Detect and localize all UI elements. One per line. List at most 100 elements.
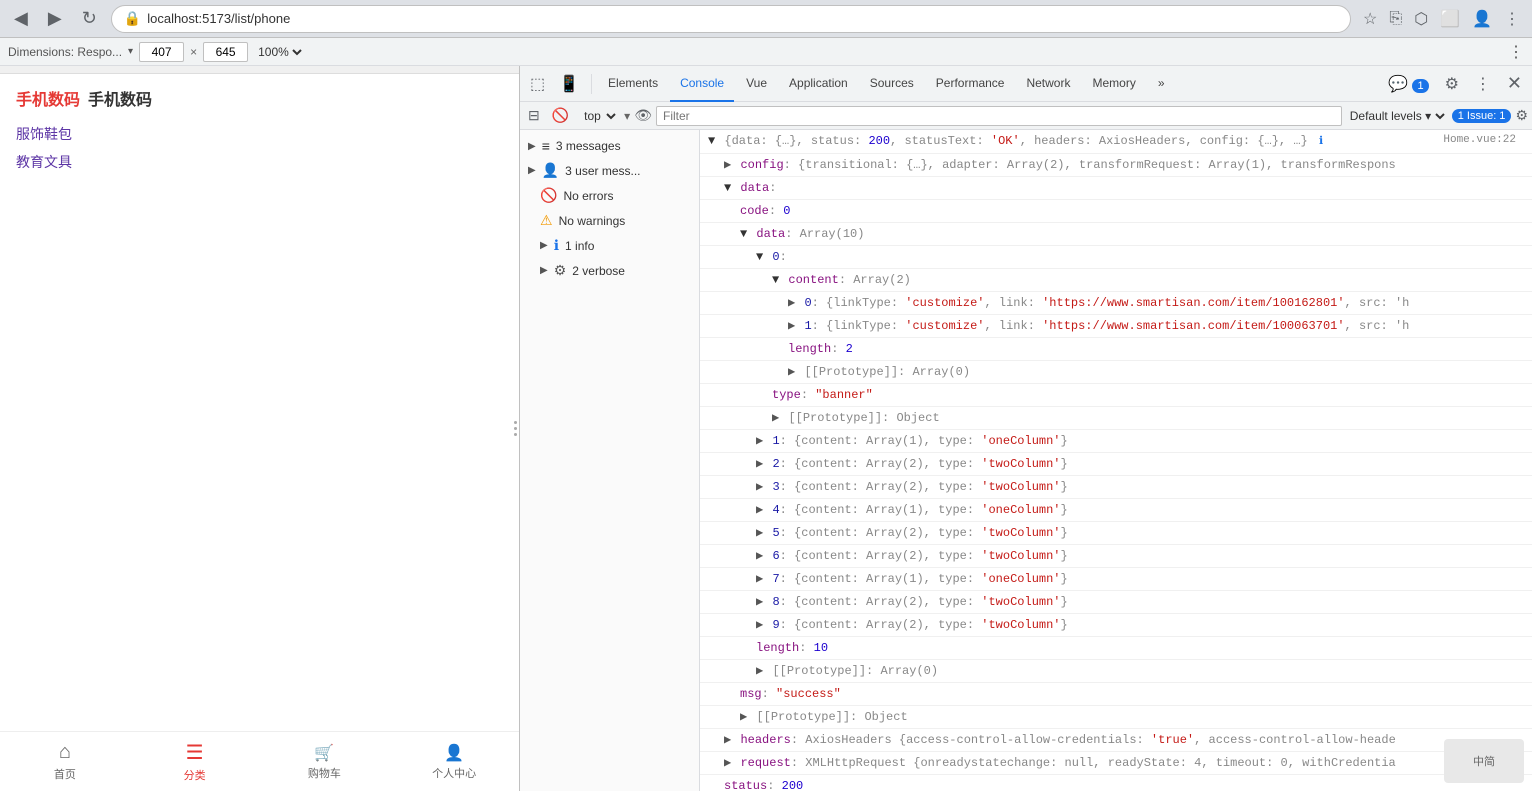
expand-arrow[interactable]: ▶: [756, 664, 763, 678]
devtools-more-button[interactable]: ⋮: [1469, 70, 1497, 98]
forward-button[interactable]: ▶: [42, 4, 68, 33]
expand-arrow[interactable]: ▼: [740, 227, 747, 241]
home-icon: ⌂: [59, 741, 71, 764]
expand-arrow[interactable]: ▼: [772, 273, 779, 287]
nav-item-home[interactable]: ⌂ 首页: [0, 741, 130, 782]
main-area: 手机数码 手机数码 服饰鞋包 教育文具 ⌂ 首页 ☰ 分类 🛒 购物车 👤: [0, 66, 1532, 791]
expand-arrow[interactable]: ▼: [756, 250, 763, 264]
expand-arrow[interactable]: ▶: [724, 756, 731, 770]
toolbar-more-button[interactable]: ⋮: [1508, 42, 1524, 62]
levels-select[interactable]: Default levels ▾: [1346, 108, 1448, 124]
ext1-button[interactable]: ⬡: [1410, 5, 1432, 33]
filter-input[interactable]: [656, 106, 1342, 126]
info-badge: ℹ: [1319, 136, 1323, 148]
list-item[interactable]: 服饰鞋包: [16, 122, 503, 146]
expand-arrow[interactable]: ▶: [724, 733, 731, 747]
context-select[interactable]: top: [577, 106, 620, 126]
tab-console[interactable]: Console: [670, 66, 734, 102]
nav-label-cart: 购物车: [308, 765, 341, 781]
expand-arrow[interactable]: ▶: [724, 158, 731, 172]
console-line: ▶ request: XMLHttpRequest {onreadystatec…: [700, 752, 1532, 775]
width-input[interactable]: [139, 42, 184, 62]
tab-memory[interactable]: Memory: [1082, 66, 1145, 102]
tab-sources[interactable]: Sources: [860, 66, 924, 102]
avatar-button[interactable]: 👤: [1468, 5, 1496, 33]
expand-arrow[interactable]: ▶: [756, 526, 763, 540]
group-all-messages[interactable]: ▶ ≡ 3 messages: [520, 134, 699, 158]
console-settings-button[interactable]: ⚙: [1515, 107, 1528, 124]
nav-item-profile[interactable]: 👤 个人中心: [389, 743, 519, 781]
console-line: ▶ [[Prototype]]: Object: [700, 706, 1532, 729]
console-line: ▶ 8: {content: Array(2), type: 'twoColum…: [700, 591, 1532, 614]
expand-arrow[interactable]: ▶: [756, 434, 763, 448]
cast-button[interactable]: ⎘: [1385, 5, 1406, 33]
expand-arrow[interactable]: ▶: [756, 457, 763, 471]
back-button[interactable]: ◀: [8, 4, 34, 33]
console-dock-button[interactable]: ⊟: [524, 105, 544, 126]
tab-vue[interactable]: Vue: [736, 66, 777, 102]
nav-item-category[interactable]: ☰ 分类: [130, 740, 260, 783]
expand-arrow[interactable]: ▶: [788, 296, 795, 310]
source-link[interactable]: Home.vue:22: [1443, 130, 1516, 150]
nav-label-profile: 个人中心: [432, 765, 476, 781]
console-line: ▶ 5: {content: Array(2), type: 'twoColum…: [700, 522, 1532, 545]
nav-item-cart[interactable]: 🛒 购物车: [260, 743, 390, 781]
reload-button[interactable]: ↻: [76, 4, 103, 33]
resize-handle[interactable]: [511, 409, 519, 449]
group-info[interactable]: ▶ ℹ 1 info: [520, 233, 699, 258]
group-no-warnings[interactable]: ⚠ No warnings: [520, 208, 699, 233]
expand-arrow[interactable]: ▶: [740, 710, 747, 724]
height-input[interactable]: [203, 42, 248, 62]
group-no-errors[interactable]: 🚫 No errors: [520, 183, 699, 208]
console-line: ▶ headers: AxiosHeaders {access-control-…: [700, 729, 1532, 752]
expand-arrow[interactable]: ▶: [756, 572, 763, 586]
bottom-nav: ⌂ 首页 ☰ 分类 🛒 购物车 👤 个人中心: [0, 731, 519, 791]
dim-dropdown-icon[interactable]: ▾: [128, 46, 133, 57]
console-line: ▼ {data: {…}, status: 200, statusText: '…: [700, 130, 1532, 154]
device-toggle-button[interactable]: 📱: [553, 70, 585, 98]
expand-arrow[interactable]: ▶: [756, 595, 763, 609]
group-arrow-user: ▶: [528, 165, 536, 176]
expand-arrow[interactable]: ▶: [756, 480, 763, 494]
inspect-element-button[interactable]: ⬚: [524, 70, 551, 98]
expand-arrow[interactable]: ▶: [756, 618, 763, 632]
console-block-button[interactable]: 🚫: [548, 105, 573, 126]
tab-performance[interactable]: Performance: [926, 66, 1015, 102]
info-icon: ℹ: [554, 237, 559, 254]
group-verbose[interactable]: ▶ ⚙ 2 verbose: [520, 258, 699, 283]
expand-arrow[interactable]: ▼: [724, 181, 731, 195]
list-item[interactable]: 教育文具: [16, 150, 503, 174]
expand-arrow[interactable]: ▶: [756, 503, 763, 517]
console-right-panel[interactable]: Home.vue:22 ▼ {data: {…}, status: 200, s…: [700, 130, 1532, 791]
star-button[interactable]: ☆: [1359, 5, 1381, 33]
devtools-toolbar: ⬚ 📱 Elements Console Vue Application Sou…: [520, 66, 1532, 102]
category-icon: ☰: [186, 740, 204, 765]
ext2-button[interactable]: ⬜: [1436, 5, 1464, 33]
expand-arrow[interactable]: ▶: [788, 319, 795, 333]
tab-application[interactable]: Application: [779, 66, 858, 102]
more-tabs-button[interactable]: »: [1148, 66, 1175, 102]
eye-button[interactable]: 👁: [634, 107, 652, 124]
zoom-select[interactable]: 100%: [254, 44, 305, 60]
expand-arrow[interactable]: ▶: [756, 549, 763, 563]
group-user-messages[interactable]: ▶ 👤 3 user mess...: [520, 158, 699, 183]
console-line: ▶ 4: {content: Array(1), type: 'oneColum…: [700, 499, 1532, 522]
settings-button[interactable]: ⚙: [1439, 70, 1465, 98]
expand-arrow[interactable]: ▶: [788, 365, 795, 379]
line-text: {data: {…}, status:: [724, 134, 868, 148]
console-line: ▼ data:: [700, 177, 1532, 200]
browser-more-button[interactable]: ⋮: [1500, 5, 1524, 33]
address-bar[interactable]: 🔒 localhost:5173/list/phone: [111, 5, 1351, 33]
devtools-close-button[interactable]: ✕: [1501, 71, 1528, 96]
console-line: ▶ 3: {content: Array(2), type: 'twoColum…: [700, 476, 1532, 499]
expand-arrow[interactable]: ▼: [708, 134, 715, 148]
console-split: ▶ ≡ 3 messages ▶ 👤 3 user mess... 🚫 No e…: [520, 130, 1532, 791]
tab-network[interactable]: Network: [1016, 66, 1080, 102]
expand-arrow[interactable]: ▶: [772, 411, 779, 425]
tab-elements[interactable]: Elements: [598, 66, 668, 102]
console-message-groups: ▶ ≡ 3 messages ▶ 👤 3 user mess... 🚫 No e…: [520, 130, 699, 287]
context-dropdown-icon[interactable]: ▾: [624, 109, 630, 123]
issues-button[interactable]: 💬 1: [1382, 70, 1435, 98]
url-text: localhost:5173/list/phone: [147, 11, 290, 26]
issues-badge: 1: [1412, 79, 1428, 93]
